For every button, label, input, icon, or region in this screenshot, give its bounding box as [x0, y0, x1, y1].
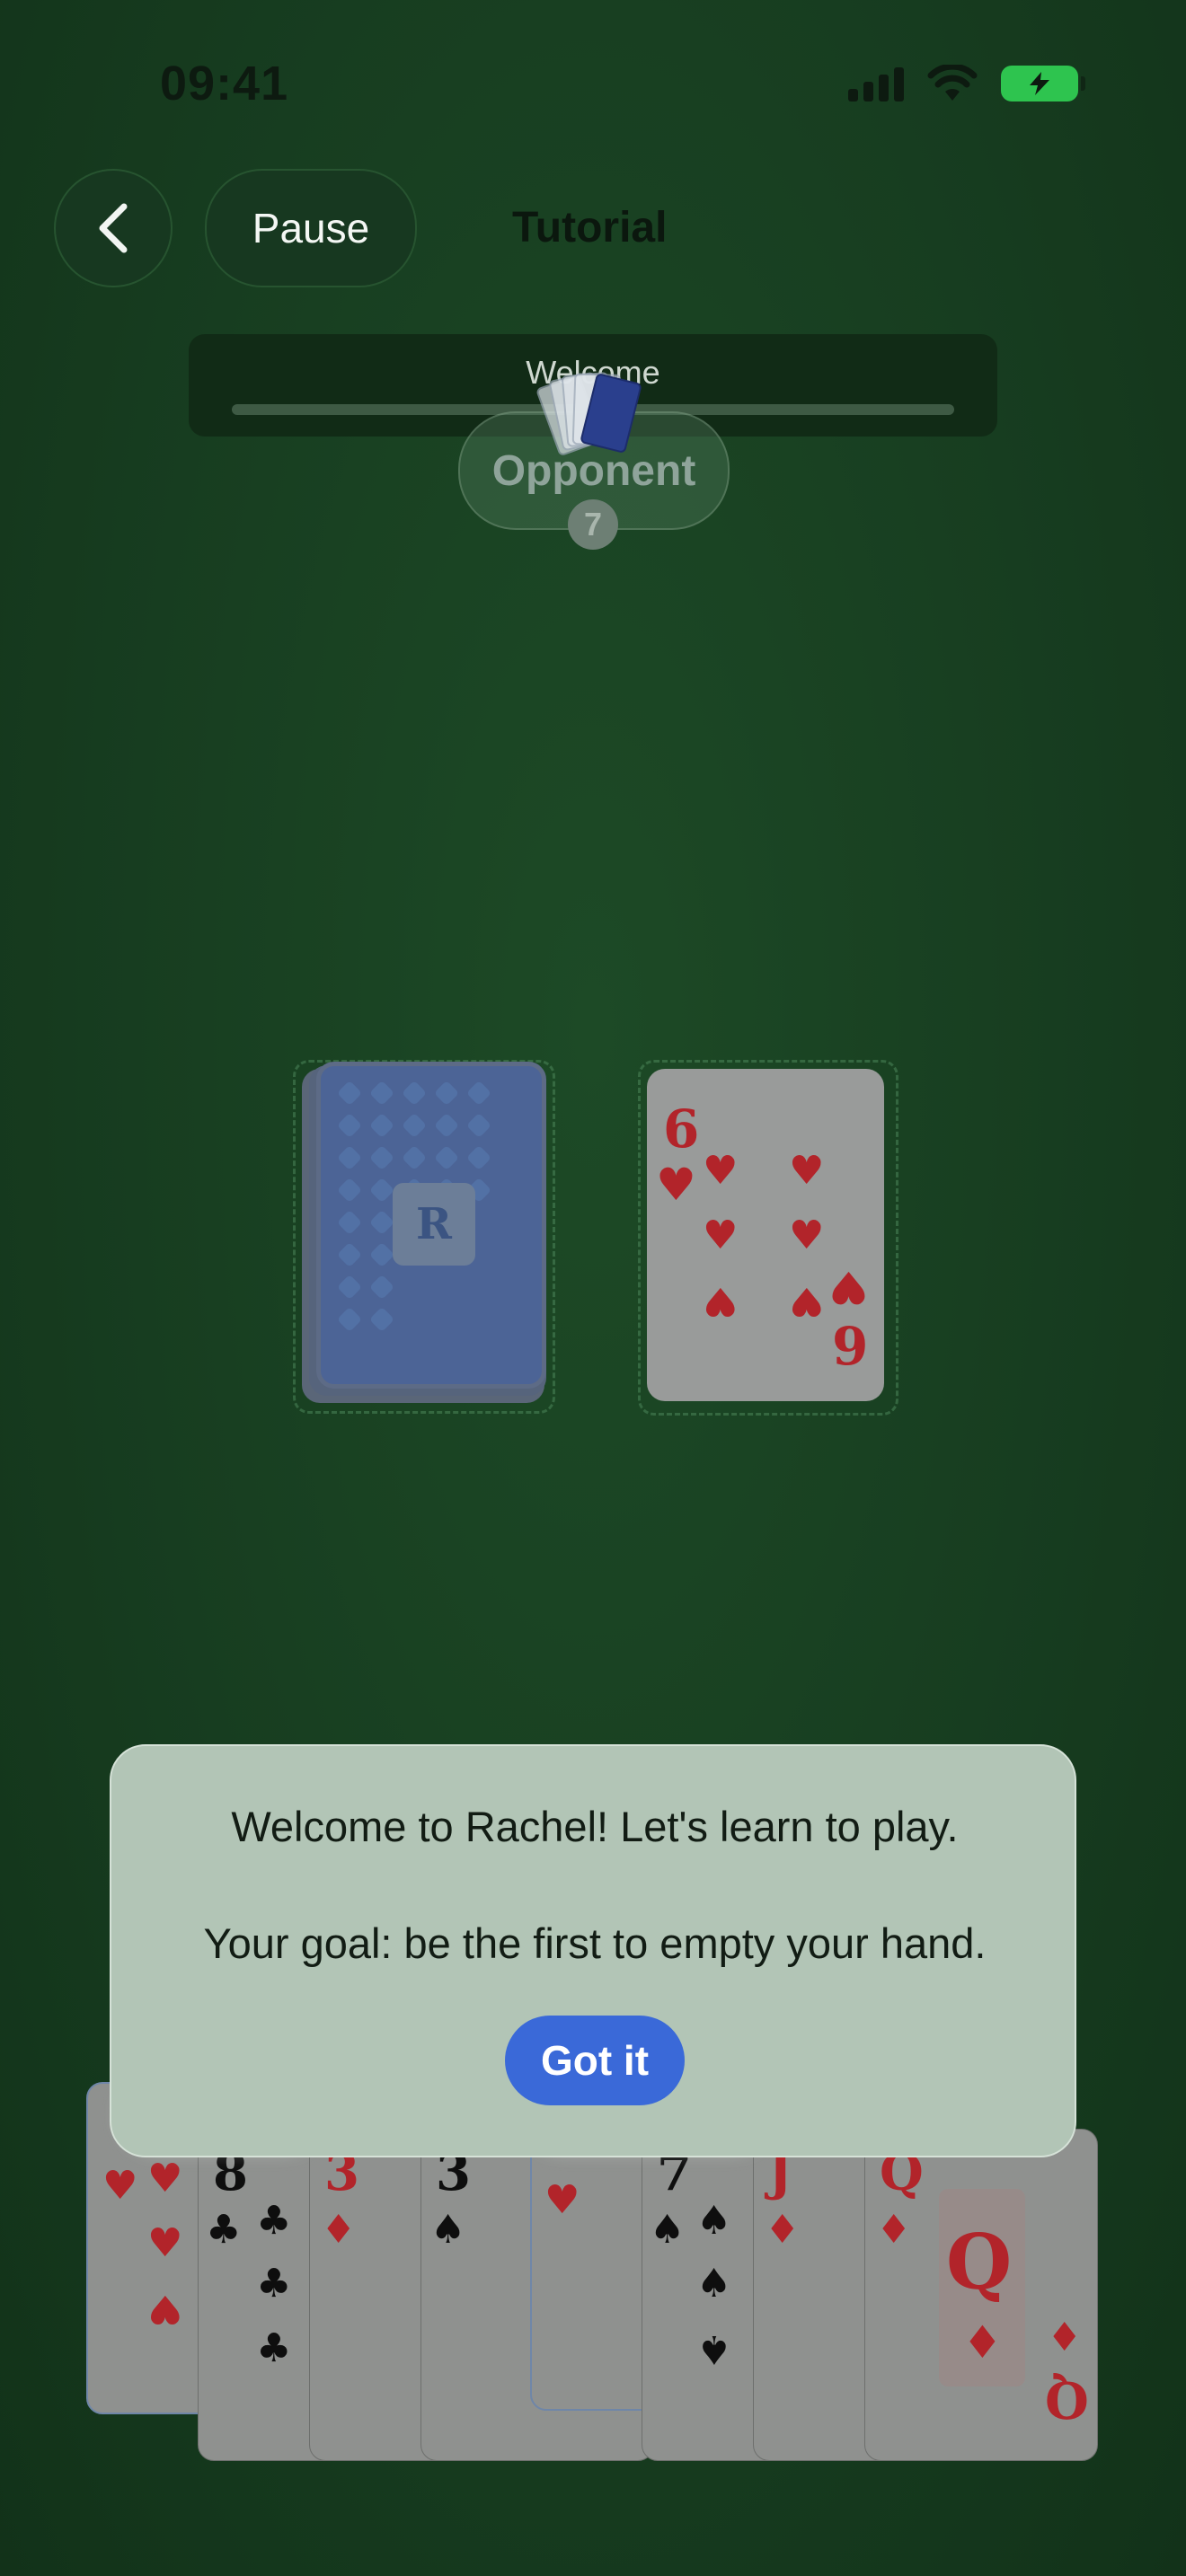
card-back-dot: [401, 1112, 428, 1139]
heart-pip: ♥: [703, 1148, 739, 1194]
club-pip: ♣: [256, 2198, 292, 2244]
card-back-dot: [433, 1144, 460, 1171]
card-back-dot: [368, 1112, 395, 1139]
card-back-dot: [336, 1177, 363, 1204]
heart-pip: ♥: [544, 2177, 580, 2223]
heart-pip: ♥: [789, 1213, 825, 1258]
card-back-dot: [336, 1306, 363, 1333]
card-back-dot: [433, 1112, 460, 1139]
battery-charging-icon: [1001, 66, 1085, 101]
diamond-pip: ♦: [1047, 2315, 1083, 2360]
card-rank-bottom: Q: [1045, 2369, 1089, 2429]
hand-card[interactable]: Q ♦ Q ♦ ♦ Q: [864, 2129, 1098, 2461]
discard-corner-pip: ♥: [656, 1159, 696, 1211]
card-back-dot: [336, 1241, 363, 1268]
spade-pip: ♠: [696, 2326, 732, 2372]
heart-pip: ♥: [102, 2163, 138, 2209]
card-back-dot: [465, 1112, 492, 1139]
opponent-hand-fan: [535, 368, 654, 458]
got-it-button[interactable]: Got it: [505, 2016, 685, 2105]
discard-rank-bottom: 9: [832, 1316, 869, 1377]
spade-pip: ♠: [696, 2198, 732, 2244]
card-back-dot: [401, 1080, 428, 1107]
card-back-dot: [368, 1241, 395, 1268]
heart-pip: ♥: [147, 2220, 183, 2266]
card-back-dot: [368, 1306, 395, 1333]
discard-corner-pip-bottom: ♥: [828, 1261, 869, 1313]
card-back-dot: [368, 1080, 395, 1107]
card-back-dot: [368, 1177, 395, 1204]
card-back-dot: [336, 1112, 363, 1139]
opponent-card-count: 7: [568, 499, 618, 550]
dialog-message-line-1: Welcome to Rachel! Let's learn to play.: [231, 1803, 959, 1850]
diamond-pip: ♦: [321, 2207, 357, 2253]
card-back-dot: [465, 1080, 492, 1107]
club-pip: ♣: [256, 2261, 292, 2307]
spade-pip: ♠: [650, 2207, 686, 2253]
card-back-logo: R: [393, 1183, 475, 1266]
face-card-art: Q ♦: [939, 2189, 1025, 2386]
chevron-left-icon: [99, 203, 128, 253]
diamond-pip: ♦: [765, 2207, 801, 2253]
card-back-dot: [336, 1274, 363, 1301]
page-title: Tutorial: [512, 204, 668, 251]
card-back-dot: [368, 1274, 395, 1301]
card-back-dot: [465, 1144, 492, 1171]
tutorial-dialog: Welcome to Rachel! Let's learn to play. …: [110, 1744, 1076, 2157]
heart-pip: ♥: [703, 1213, 739, 1258]
heart-pip: ♥: [703, 1278, 739, 1324]
wifi-icon: [927, 65, 978, 101]
cellular-signal-icon: [848, 66, 904, 101]
heart-pip: ♥: [147, 2286, 183, 2332]
face-card-letter: Q: [946, 2218, 1013, 2307]
diamond-pip: ♦: [962, 2316, 1003, 2369]
heart-pip: ♥: [789, 1148, 825, 1194]
discard-pile-card[interactable]: 6 ♥ ♥ ♥ ♥ ♥ ♥ ♥ ♥ 9: [647, 1069, 884, 1401]
club-pip: ♣: [206, 2207, 242, 2253]
status-icons: [848, 65, 1085, 102]
card-back-dot: [433, 1080, 460, 1107]
card-back-dot: [336, 1209, 363, 1236]
spade-pip: ♠: [696, 2261, 732, 2307]
status-time: 09:41: [160, 57, 289, 110]
card-back-dot: [368, 1209, 395, 1236]
card-back-dot: [401, 1144, 428, 1171]
card-back-dot: [368, 1144, 395, 1171]
pause-button[interactable]: Pause: [205, 169, 417, 287]
dialog-message-line-2: Your goal: be the first to empty your ha…: [203, 1919, 987, 1967]
heart-pip: ♥: [789, 1278, 825, 1324]
club-pip: ♣: [256, 2325, 292, 2371]
spade-pip: ♠: [430, 2207, 466, 2253]
heart-pip: ♥: [147, 2156, 183, 2201]
draw-pile[interactable]: R: [316, 1062, 546, 1389]
card-back-dot: [336, 1080, 363, 1107]
back-button[interactable]: [54, 169, 173, 287]
discard-rank-top: 6: [663, 1098, 700, 1160]
diamond-pip: ♦: [876, 2207, 912, 2253]
card-back-dot: [336, 1144, 363, 1171]
